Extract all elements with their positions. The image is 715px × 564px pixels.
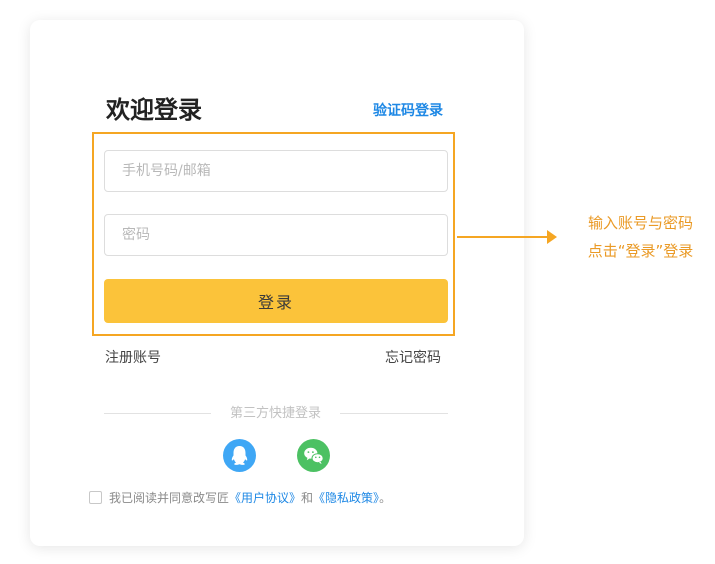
privacy-policy-link[interactable]: 《隐私政策》 — [313, 491, 379, 505]
annotation-arrow-line — [457, 236, 547, 238]
page-title: 欢迎登录 — [106, 96, 202, 124]
agreement-checkbox[interactable] — [89, 491, 102, 504]
agreement-prefix: 我已阅读并同意改写匠 — [109, 491, 230, 505]
forgot-password-link[interactable]: 忘记密码 — [385, 347, 441, 369]
user-agreement-link[interactable]: 《用户协议》 — [229, 491, 301, 505]
annotation-arrow-icon — [547, 230, 557, 244]
annotation-note-line2: 点击“登录”登录 — [587, 242, 694, 260]
annotation-highlight-box — [92, 132, 455, 336]
code-login-link[interactable]: 验证码登录 — [373, 101, 443, 121]
divider-right — [340, 413, 448, 414]
divider-left — [104, 413, 211, 414]
annotation-note-line1: 输入账号与密码 — [587, 214, 693, 232]
wechat-login-button[interactable] — [297, 439, 330, 472]
agreement-suffix: 。 — [379, 491, 392, 505]
qq-login-button[interactable] — [223, 439, 256, 472]
agreement-text: 我已阅读并同意改写匠《用户协议》和《隐私政策》。 — [109, 489, 391, 507]
agreement-conjunction: 和 — [301, 491, 314, 505]
qq-icon — [231, 446, 248, 465]
wechat-icon — [304, 447, 324, 464]
third-party-login-label: 第三方快捷登录 — [229, 406, 321, 421]
register-link[interactable]: 注册账号 — [105, 347, 161, 369]
